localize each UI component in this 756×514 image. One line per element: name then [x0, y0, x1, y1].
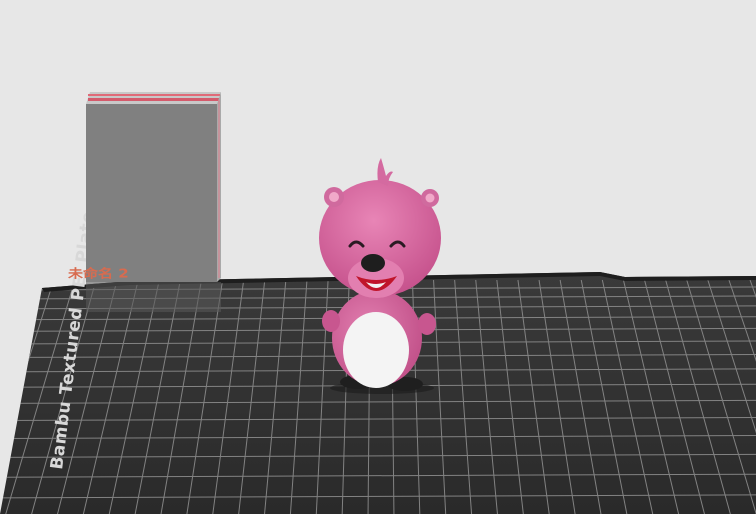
- 3d-viewport[interactable]: Bambu Textured PEI Plate 未命名 2: [0, 0, 756, 514]
- svg-text:未命名 2: 未命名 2: [67, 266, 129, 281]
- plate-name-tag: 未命名 2: [67, 266, 129, 281]
